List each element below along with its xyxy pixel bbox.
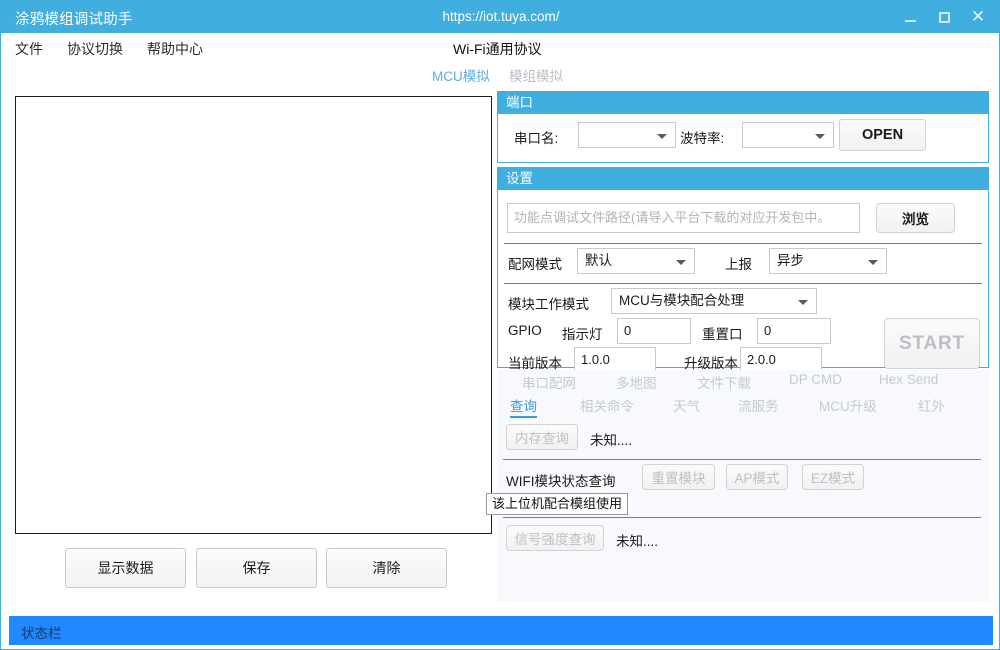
indicator-led-label: 指示灯 bbox=[562, 327, 603, 342]
mode-tab-module-simulation[interactable]: 模组模拟 bbox=[509, 65, 563, 85]
serial-name-label: 串口名: bbox=[514, 131, 559, 146]
status-bar-text: 状态栏 bbox=[21, 626, 62, 641]
mode-tab-mcu-simulation[interactable]: MCU模拟 bbox=[432, 65, 490, 85]
tooltip: 该上位机配合模组使用 bbox=[486, 493, 629, 515]
report-mode-select[interactable]: 异步 bbox=[769, 248, 887, 274]
tab-stream-service[interactable]: 流服务 bbox=[738, 395, 779, 415]
open-port-button[interactable]: OPEN bbox=[839, 119, 926, 151]
tab-related-cmd[interactable]: 相关命令 bbox=[580, 395, 634, 415]
upgrade-version-label: 升级版本 bbox=[684, 356, 738, 371]
mode-tab-strip: MCU模拟 模组模拟 bbox=[1, 65, 999, 91]
module-work-mode-label: 模块工作模式 bbox=[508, 297, 589, 312]
minimize-button[interactable] bbox=[893, 2, 927, 32]
divider bbox=[503, 517, 981, 518]
menu-item-help-center[interactable]: 帮助中心 bbox=[147, 39, 203, 59]
log-output-text bbox=[16, 97, 491, 105]
chevron-down-icon bbox=[798, 300, 808, 305]
divider bbox=[504, 243, 982, 244]
start-button[interactable]: START bbox=[884, 318, 980, 369]
tab-dp-cmd[interactable]: DP CMD bbox=[789, 372, 842, 387]
chevron-down-icon bbox=[676, 260, 686, 265]
maximize-icon bbox=[938, 11, 950, 23]
window-url: https://iot.tuya.com/ bbox=[442, 9, 560, 24]
tab-hex-send[interactable]: Hex Send bbox=[879, 372, 938, 387]
application-window: 涂鸦模组调试助手 https://iot.tuya.com/ ✕ 文件 协议切换… bbox=[0, 0, 1000, 650]
settings-group: 设置 功能点调试文件路径(请导入平台下载的对应开发包中。 浏览 配网模式 默认 … bbox=[497, 167, 989, 373]
protocol-title: Wi-Fi通用协议 bbox=[453, 41, 542, 57]
module-work-mode-value: MCU与模块配合处理 bbox=[619, 293, 745, 308]
chevron-down-icon bbox=[868, 260, 878, 265]
report-mode-label: 上报 bbox=[725, 257, 752, 272]
settings-group-title: 设置 bbox=[498, 168, 988, 190]
window-controls: ✕ bbox=[893, 1, 995, 33]
signal-strength-query-button[interactable]: 信号强度查询 bbox=[506, 525, 604, 551]
minimize-icon bbox=[904, 20, 916, 22]
network-mode-select[interactable]: 默认 bbox=[577, 248, 695, 274]
divider bbox=[504, 283, 982, 284]
reset-port-input[interactable]: 0 bbox=[757, 318, 831, 344]
reset-port-label: 重置口 bbox=[702, 327, 743, 342]
port-group: 端口 串口名: 波特率: OPEN bbox=[497, 91, 989, 163]
function-tab-zone: 串口配网 多地图 文件下载 DP CMD Hex Send 查询 相关命令 天气… bbox=[497, 370, 989, 602]
signal-strength-value: 未知.... bbox=[616, 534, 659, 549]
tab-file-download[interactable]: 文件下载 bbox=[697, 372, 751, 392]
close-icon: ✕ bbox=[970, 6, 986, 27]
log-output-area[interactable] bbox=[15, 96, 492, 534]
indicator-led-input[interactable]: 0 bbox=[617, 318, 691, 344]
tab-infrared[interactable]: 红外 bbox=[918, 395, 945, 415]
gpio-label: GPIO bbox=[508, 323, 542, 338]
baud-rate-select[interactable] bbox=[742, 122, 834, 148]
ez-mode-button[interactable]: EZ模式 bbox=[802, 464, 864, 490]
module-work-mode-select[interactable]: MCU与模块配合处理 bbox=[611, 288, 817, 314]
menu-item-file[interactable]: 文件 bbox=[15, 39, 43, 59]
tab-query[interactable]: 查询 bbox=[510, 395, 537, 418]
port-group-title: 端口 bbox=[498, 92, 988, 114]
tab-serial-network-config[interactable]: 串口配网 bbox=[522, 372, 576, 392]
report-mode-value: 异步 bbox=[777, 253, 804, 268]
baud-rate-label: 波特率: bbox=[680, 131, 725, 146]
network-mode-label: 配网模式 bbox=[508, 257, 562, 272]
current-version-label: 当前版本 bbox=[508, 356, 562, 371]
chevron-down-icon bbox=[815, 134, 825, 139]
reset-module-button[interactable]: 重置模块 bbox=[642, 464, 715, 490]
function-point-file-path-input[interactable]: 功能点调试文件路径(请导入平台下载的对应开发包中。 bbox=[507, 203, 860, 233]
menu-item-protocol-switch[interactable]: 协议切换 bbox=[67, 39, 123, 59]
chevron-down-icon bbox=[657, 134, 667, 139]
memory-query-button[interactable]: 内存查询 bbox=[506, 424, 578, 450]
title-bar: 涂鸦模组调试助手 https://iot.tuya.com/ ✕ bbox=[1, 1, 999, 33]
status-bar: 状态栏 bbox=[9, 616, 993, 645]
tab-multi-map[interactable]: 多地图 bbox=[616, 372, 657, 392]
network-mode-value: 默认 bbox=[585, 253, 612, 268]
wifi-module-status-label: WIFI模块状态查询 bbox=[506, 474, 616, 489]
browse-button[interactable]: 浏览 bbox=[876, 203, 955, 233]
show-data-button[interactable]: 显示数据 bbox=[65, 548, 186, 588]
divider bbox=[503, 459, 981, 460]
clear-button[interactable]: 清除 bbox=[326, 548, 447, 588]
save-button[interactable]: 保存 bbox=[196, 548, 317, 588]
right-panel: 端口 串口名: 波特率: OPEN 设置 功能点调试文件路径(请导入平台下载的对… bbox=[497, 91, 989, 602]
memory-query-value: 未知.... bbox=[590, 433, 633, 448]
ap-mode-button[interactable]: AP模式 bbox=[726, 464, 788, 490]
close-button[interactable]: ✕ bbox=[961, 2, 995, 32]
maximize-button[interactable] bbox=[927, 2, 961, 32]
serial-name-select[interactable] bbox=[578, 122, 676, 148]
menu-bar: 文件 协议切换 帮助中心 Wi-Fi通用协议 bbox=[1, 33, 999, 64]
tab-mcu-upgrade[interactable]: MCU升级 bbox=[819, 395, 877, 415]
tab-weather[interactable]: 天气 bbox=[673, 395, 700, 415]
